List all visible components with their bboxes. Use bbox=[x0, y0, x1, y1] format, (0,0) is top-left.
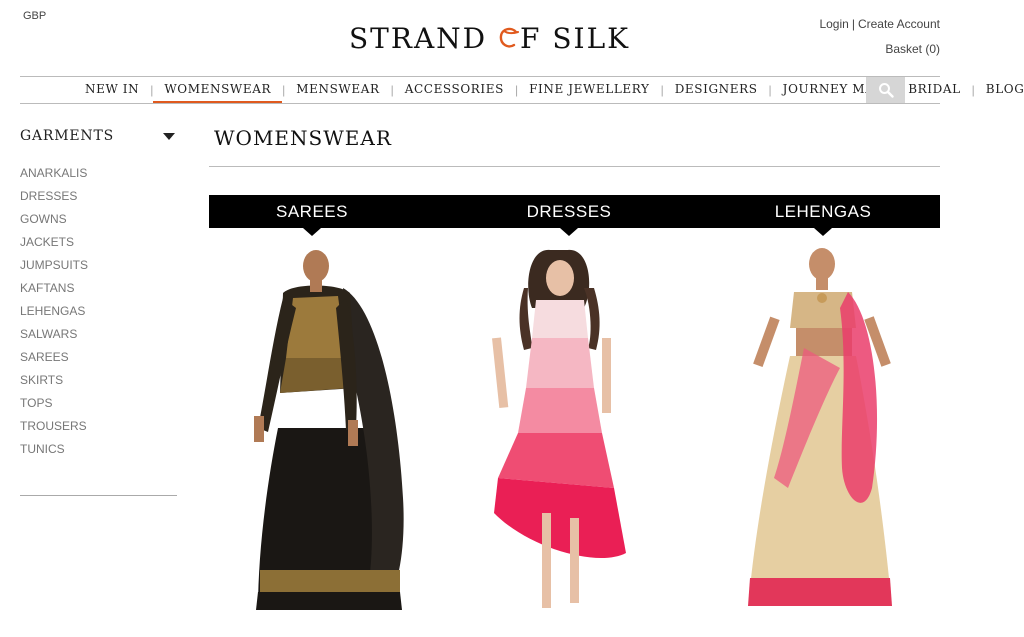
sidebar-item-gowns[interactable]: GOWNS bbox=[20, 212, 177, 235]
nav-designers[interactable]: DESIGNERS bbox=[664, 77, 769, 103]
logo-o-mark bbox=[498, 24, 520, 48]
login-link[interactable]: Login bbox=[819, 17, 848, 31]
sidebar-divider bbox=[20, 495, 177, 496]
nav-womenswear[interactable]: WOMENSWEAR bbox=[153, 77, 283, 103]
sidebar-title: GARMENTS bbox=[20, 128, 114, 144]
sidebar-item-anarkalis[interactable]: ANARKALIS bbox=[20, 166, 177, 189]
sidebar-item-tops[interactable]: TOPS bbox=[20, 396, 177, 419]
sidebar-item-salwars[interactable]: SALWARS bbox=[20, 327, 177, 350]
logo-text-part1: STRAND bbox=[349, 22, 499, 55]
account-links: Login | Create Account Basket (0) bbox=[819, 12, 940, 62]
category-tab-dresses[interactable]: DRESSES bbox=[466, 195, 672, 236]
caret-down-icon bbox=[163, 132, 175, 140]
category-tab-lehengas[interactable]: LEHENGAS bbox=[720, 195, 926, 236]
sidebar-item-lehengas[interactable]: LEHENGAS bbox=[20, 304, 177, 327]
sidebar-item-kaftans[interactable]: KAFTANS bbox=[20, 281, 177, 304]
logo-text-part2: F SILK bbox=[520, 22, 631, 55]
currency-selector[interactable]: GBP bbox=[23, 10, 46, 22]
nav-bridal[interactable]: BRIDAL bbox=[897, 77, 971, 103]
product-image-lehenga[interactable] bbox=[744, 248, 904, 616]
title-divider bbox=[209, 166, 940, 167]
nav-blog[interactable]: BLOG bbox=[975, 77, 1024, 103]
site-logo[interactable]: STRAND F SILK bbox=[349, 22, 630, 55]
category-label: LEHENGAS bbox=[774, 202, 872, 221]
pointer-arrow-icon bbox=[303, 228, 321, 236]
pointer-arrow-icon bbox=[560, 228, 578, 236]
nav-menswear[interactable]: MENSWEAR bbox=[285, 77, 390, 103]
search-button[interactable] bbox=[866, 77, 905, 103]
product-image-dress[interactable] bbox=[488, 248, 638, 616]
nav-new-in[interactable]: NEW IN bbox=[74, 77, 150, 103]
nav-fine-jewellery[interactable]: FINE JEWELLERY bbox=[518, 77, 661, 103]
create-account-link[interactable]: Create Account bbox=[858, 17, 940, 31]
page-title: WOMENSWEAR bbox=[214, 126, 392, 150]
search-icon bbox=[878, 83, 894, 98]
main-navigation: NEW IN | WOMENSWEAR | MENSWEAR | ACCESSO… bbox=[20, 76, 1024, 104]
category-bar: SAREES DRESSES LEHENGAS bbox=[209, 195, 940, 236]
sidebar-item-jumpsuits[interactable]: JUMPSUITS bbox=[20, 258, 177, 281]
garment-list: ANARKALIS DRESSES GOWNS JACKETS JUMPSUIT… bbox=[20, 166, 177, 465]
garments-toggle[interactable]: GARMENTS bbox=[20, 128, 177, 144]
nav-accessories[interactable]: ACCESSORIES bbox=[394, 77, 515, 103]
basket-link[interactable]: Basket (0) bbox=[885, 42, 940, 56]
sidebar-item-dresses[interactable]: DRESSES bbox=[20, 189, 177, 212]
sidebar-item-sarees[interactable]: SAREES bbox=[20, 350, 177, 373]
product-image-saree[interactable] bbox=[238, 248, 418, 616]
category-tab-sarees[interactable]: SAREES bbox=[209, 195, 415, 236]
link-separator: | bbox=[851, 17, 855, 31]
pointer-arrow-icon bbox=[814, 228, 832, 236]
sidebar-item-tunics[interactable]: TUNICS bbox=[20, 442, 177, 465]
category-label: SAREES bbox=[276, 202, 348, 221]
category-label: DRESSES bbox=[526, 202, 612, 221]
sidebar-item-skirts[interactable]: SKIRTS bbox=[20, 373, 177, 396]
sidebar-item-jackets[interactable]: JACKETS bbox=[20, 235, 177, 258]
sidebar-filter: GARMENTS ANARKALIS DRESSES GOWNS JACKETS… bbox=[20, 128, 177, 465]
sidebar-item-trousers[interactable]: TROUSERS bbox=[20, 419, 177, 442]
